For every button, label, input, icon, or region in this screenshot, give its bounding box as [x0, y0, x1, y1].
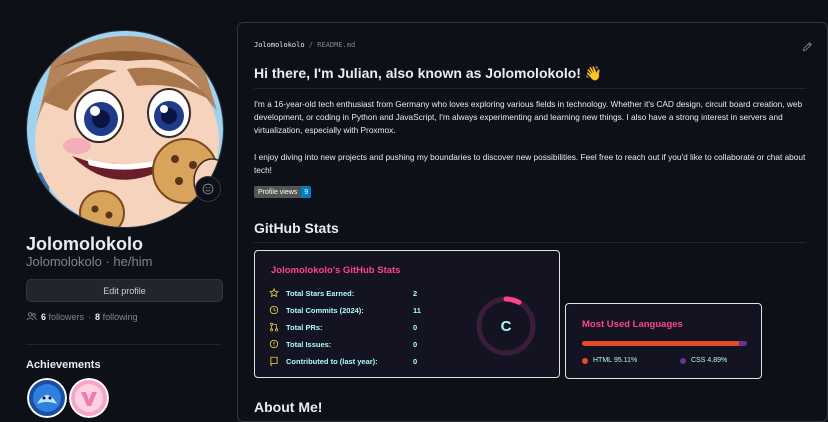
edit-readme-button[interactable]	[802, 39, 813, 57]
stats-card-title: Jolomolokolo's GitHub Stats	[271, 265, 401, 276]
stat-value: 0	[413, 356, 418, 366]
about-me-heading: About Me!	[254, 399, 323, 415]
readme-path-file: README.md	[317, 41, 356, 49]
followers-label: followers	[48, 311, 85, 322]
language-percent: 4.89%	[707, 357, 728, 364]
stat-row-issues: Total Issues: 0	[269, 339, 417, 349]
issue-icon	[269, 339, 279, 349]
language-name: HTML	[593, 357, 613, 364]
language-bar-segment-html	[582, 341, 739, 346]
stat-label: Total Commits (2024):	[286, 305, 364, 315]
username: Jolomolokolo · he/him	[26, 254, 153, 269]
stat-row-commits: Total Commits (2024): 11	[269, 305, 421, 315]
profile-views-label: Profile views	[254, 186, 302, 198]
stat-label: Total PRs:	[286, 322, 323, 332]
language-name: CSS	[691, 357, 706, 364]
language-bar	[582, 341, 747, 346]
rank-letter: C	[501, 318, 512, 335]
history-icon	[269, 305, 279, 315]
achievements-title[interactable]: Achievements	[26, 359, 101, 371]
readme-card: Jolomolokolo / README.md Hi there, I'm J…	[237, 22, 828, 422]
edit-profile-button[interactable]: Edit profile	[26, 279, 223, 302]
pull-request-icon	[269, 322, 279, 332]
stat-value: 2	[413, 288, 418, 298]
language-percent: 95.11%	[614, 357, 638, 364]
followers-count: 6	[41, 311, 47, 322]
rank-ring: C	[476, 296, 536, 356]
readme-heading: Hi there, I'm Julian, also known as Jolo…	[254, 65, 806, 89]
github-stats-card: Jolomolokolo's GitHub Stats Total Stars …	[254, 250, 560, 378]
yolo-badge-icon	[69, 378, 109, 418]
readme-path-user[interactable]: Jolomolokolo	[254, 41, 305, 49]
profile-views-badge: Profile views 9	[254, 186, 312, 198]
repo-icon	[269, 356, 279, 366]
language-legend-css: CSS 4.89%	[680, 357, 727, 364]
stat-value: 0	[413, 339, 418, 349]
profile-views-count: 9	[301, 186, 312, 198]
set-status-button[interactable]	[195, 176, 221, 202]
readme-paragraph-1: I'm a 16-year-old tech enthusiast from G…	[254, 99, 803, 135]
star-icon	[269, 288, 279, 298]
following-label: following	[102, 311, 138, 322]
achievement-badge-shark[interactable]	[27, 378, 67, 418]
achievement-badge-yolo[interactable]	[69, 378, 109, 418]
stat-value: 11	[413, 305, 421, 315]
stat-label: Total Issues:	[286, 339, 332, 349]
stat-label: Contributed to (last year):	[286, 356, 378, 366]
language-dot	[680, 357, 686, 364]
followers-link[interactable]: 6 followers	[41, 312, 84, 322]
readme-path: Jolomolokolo / README.md	[254, 41, 355, 49]
following-link[interactable]: 8 following	[95, 312, 138, 322]
language-legend-html: HTML 95.11%	[582, 357, 637, 364]
most-used-languages-card: Most Used Languages HTML 95.11% CSS 4.89…	[565, 303, 762, 379]
follow-stats: 6 followers · 8 following	[26, 311, 138, 322]
readme-paragraph-2: I enjoy diving into new projects and pus…	[254, 152, 806, 175]
readme-path-separator: /	[308, 41, 314, 49]
follow-separator: ·	[88, 311, 92, 322]
pencil-icon	[802, 42, 812, 52]
stat-label: Total Stars Earned:	[286, 288, 355, 298]
stat-row-contributed: Contributed to (last year): 0	[269, 356, 417, 366]
languages-card-title: Most Used Languages	[582, 319, 683, 330]
avatar-illustration	[27, 31, 223, 227]
stat-value: 0	[413, 322, 418, 332]
shark-badge-icon	[27, 378, 67, 418]
following-count: 8	[95, 311, 101, 322]
people-icon	[26, 312, 37, 321]
smiley-icon	[202, 183, 214, 195]
display-name: Jolomolokolo	[26, 234, 143, 254]
language-bar-segment-css	[738, 341, 747, 346]
stat-row-stars: Total Stars Earned: 2	[269, 288, 417, 298]
divider	[26, 344, 221, 345]
github-stats-heading: GitHub Stats	[254, 220, 806, 243]
avatar[interactable]	[26, 30, 224, 228]
language-dot	[582, 357, 588, 364]
stat-row-prs: Total PRs: 0	[269, 322, 417, 332]
